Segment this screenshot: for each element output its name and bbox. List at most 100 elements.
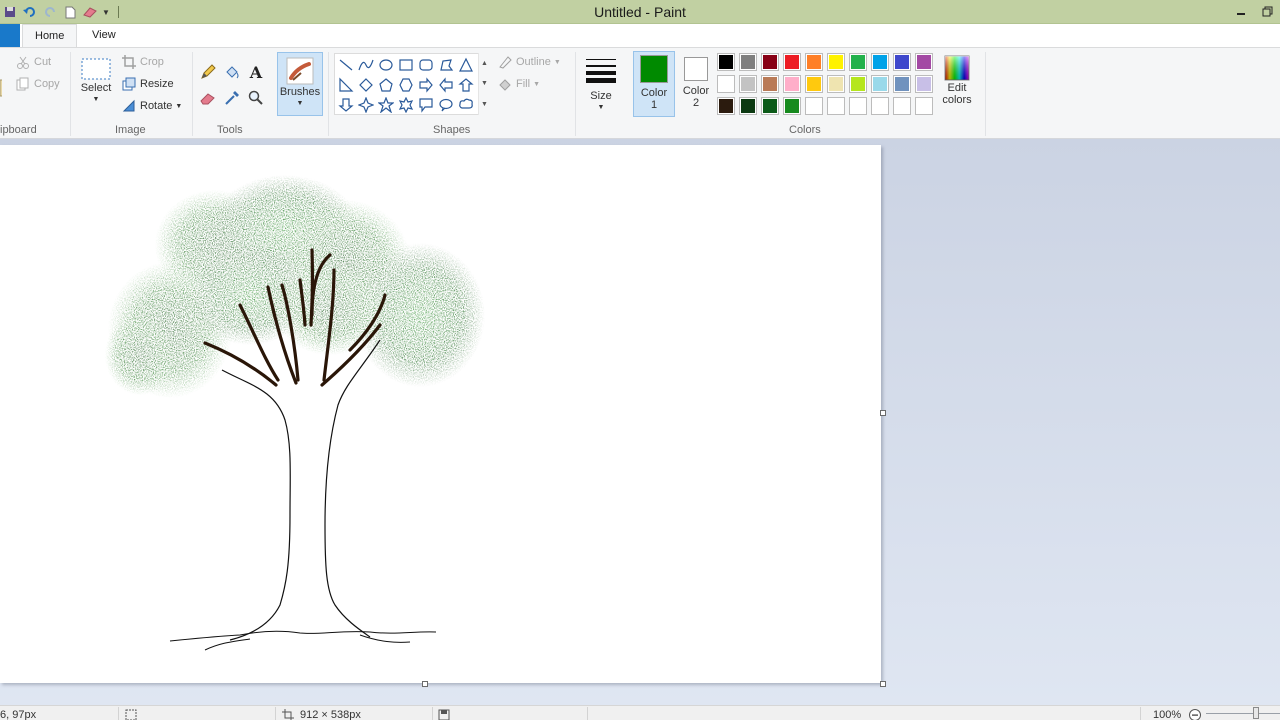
palette-swatch-color <box>807 77 821 91</box>
select-button[interactable]: Select ▼ <box>78 56 114 106</box>
palette-swatch[interactable] <box>761 97 779 115</box>
fill-button[interactable]: Fill ▼ <box>498 74 540 94</box>
color-picker-icon[interactable] <box>222 88 242 108</box>
file-menu-button[interactable] <box>0 24 20 47</box>
palette-swatch[interactable] <box>849 75 867 93</box>
rectangular-callout-shape-icon[interactable] <box>416 95 436 115</box>
rotate-label: Rotate <box>140 100 173 112</box>
palette-swatch[interactable] <box>893 53 911 71</box>
pencil-icon[interactable] <box>198 62 218 82</box>
tab-home[interactable]: Home <box>22 24 78 47</box>
shapes-gallery-scroll[interactable]: ▲ ▼ ▼ <box>478 53 490 115</box>
palette-swatch[interactable] <box>849 53 867 71</box>
palette-swatch[interactable] <box>915 97 933 115</box>
palette-swatch[interactable] <box>717 75 735 93</box>
left-arrow-shape-icon[interactable] <box>436 75 456 95</box>
fill-bucket-icon[interactable] <box>222 62 242 82</box>
oval-shape-icon[interactable] <box>376 55 396 75</box>
five-point-star-shape-icon[interactable] <box>376 95 396 115</box>
eraser-tool-icon[interactable] <box>198 88 218 108</box>
palette-swatch[interactable] <box>915 75 933 93</box>
tab-view[interactable]: View <box>80 24 128 47</box>
color2-button[interactable]: Color 2 <box>680 57 712 109</box>
six-point-star-shape-icon[interactable] <box>396 95 416 115</box>
oval-callout-shape-icon[interactable] <box>436 95 456 115</box>
palette-swatch-color <box>785 99 799 113</box>
palette-swatch[interactable] <box>805 97 823 115</box>
pentagon-shape-icon[interactable] <box>376 75 396 95</box>
color-spectrum-icon <box>944 55 970 81</box>
scroll-up-icon[interactable]: ▲ <box>481 60 488 67</box>
rotate-dropdown-icon: ▼ <box>175 102 183 110</box>
palette-swatch[interactable] <box>805 53 823 71</box>
palette-swatch-color <box>851 77 865 91</box>
palette-swatch[interactable] <box>915 53 933 71</box>
brushes-button[interactable]: Brushes ▼ <box>277 52 323 116</box>
restore-button[interactable] <box>1254 2 1280 20</box>
palette-swatch[interactable] <box>761 53 779 71</box>
polygon-shape-icon[interactable] <box>436 55 456 75</box>
resize-button[interactable]: Resize <box>122 74 174 94</box>
palette-swatch[interactable] <box>849 97 867 115</box>
hexagon-shape-icon[interactable] <box>396 75 416 95</box>
palette-swatch-color <box>763 77 777 91</box>
palette-swatch-color <box>851 55 865 69</box>
text-icon[interactable]: A <box>246 62 266 82</box>
down-arrow-shape-icon[interactable] <box>336 95 356 115</box>
palette-swatch[interactable] <box>827 53 845 71</box>
rounded-rectangle-shape-icon[interactable] <box>416 55 436 75</box>
drawing-canvas[interactable] <box>0 145 881 683</box>
paste-button-edge[interactable] <box>0 78 6 98</box>
four-point-star-shape-icon[interactable] <box>356 95 376 115</box>
zoom-out-button[interactable] <box>1188 709 1202 720</box>
cut-button[interactable]: Cut <box>16 52 51 72</box>
palette-swatch[interactable] <box>739 53 757 71</box>
palette-swatch[interactable] <box>739 97 757 115</box>
status-separator <box>118 707 119 720</box>
group-separator <box>575 52 576 136</box>
canvas-resize-handle-bottom[interactable] <box>422 681 428 687</box>
palette-swatch[interactable] <box>871 75 889 93</box>
edit-colors-button[interactable]: Edit colors <box>937 54 977 106</box>
color1-button[interactable]: Color 1 <box>638 55 670 111</box>
crop-button[interactable]: Crop <box>122 52 164 72</box>
size-button[interactable]: Size ▼ <box>582 56 620 114</box>
canvas-resize-handle-right[interactable] <box>880 410 886 416</box>
magnifier-icon[interactable] <box>246 88 266 108</box>
cloud-callout-shape-icon[interactable] <box>456 95 476 115</box>
palette-swatch[interactable] <box>827 75 845 93</box>
scroll-down-icon[interactable]: ▼ <box>481 80 488 87</box>
palette-swatch[interactable] <box>893 75 911 93</box>
palette-swatch[interactable] <box>717 53 735 71</box>
palette-swatch[interactable] <box>717 97 735 115</box>
palette-swatch[interactable] <box>739 75 757 93</box>
outline-label: Outline <box>516 56 551 68</box>
palette-swatch[interactable] <box>827 97 845 115</box>
right-triangle-shape-icon[interactable] <box>336 75 356 95</box>
palette-swatch[interactable] <box>871 53 889 71</box>
right-arrow-shape-icon[interactable] <box>416 75 436 95</box>
curve-shape-icon[interactable] <box>356 55 376 75</box>
zoom-slider-thumb[interactable] <box>1253 707 1259 719</box>
outline-button[interactable]: Outline ▼ <box>498 52 561 72</box>
zoom-slider-track[interactable] <box>1206 713 1280 714</box>
select-label: Select <box>80 82 112 94</box>
palette-swatch[interactable] <box>805 75 823 93</box>
copy-button[interactable]: Copy <box>16 74 60 94</box>
up-arrow-shape-icon[interactable] <box>456 75 476 95</box>
palette-swatch[interactable] <box>893 97 911 115</box>
palette-swatch[interactable] <box>783 53 801 71</box>
palette-swatch[interactable] <box>783 97 801 115</box>
palette-swatch[interactable] <box>761 75 779 93</box>
triangle-shape-icon[interactable] <box>456 55 476 75</box>
palette-swatch[interactable] <box>783 75 801 93</box>
diamond-shape-icon[interactable] <box>356 75 376 95</box>
gallery-expand-icon[interactable]: ▼ <box>481 101 488 108</box>
minimize-button[interactable] <box>1228 2 1254 20</box>
canvas-resize-handle-corner[interactable] <box>880 681 886 687</box>
group-separator <box>985 52 986 136</box>
rectangle-shape-icon[interactable] <box>396 55 416 75</box>
palette-swatch[interactable] <box>871 97 889 115</box>
line-shape-icon[interactable] <box>336 55 356 75</box>
rotate-button[interactable]: Rotate ▼ <box>122 96 182 116</box>
